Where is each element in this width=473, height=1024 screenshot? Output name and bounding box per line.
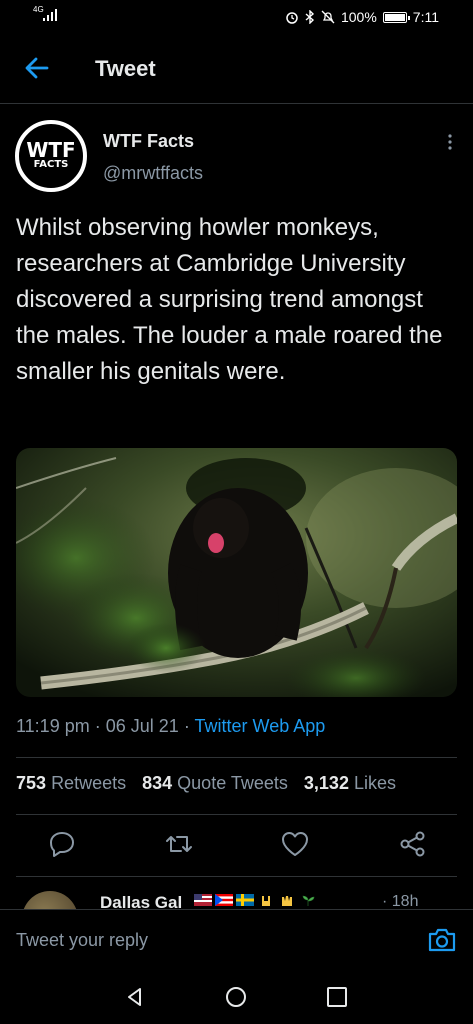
retweets-label: Retweets	[51, 773, 127, 793]
battery-percent: 100%	[340, 9, 377, 25]
reply-author-emojis	[194, 894, 317, 906]
status-bar: 4G 100% 7:11	[0, 0, 473, 34]
retweets-count: 753	[16, 773, 47, 793]
tweet-actions	[16, 828, 457, 864]
signal-icon	[43, 9, 57, 21]
heart-icon[interactable]	[279, 828, 311, 860]
quotes-label: Quote Tweets	[177, 773, 288, 793]
battery-icon	[382, 11, 410, 23]
tweet-author: WTF FACTS WTF Facts @mrwtffacts	[15, 118, 460, 198]
quotes-stat[interactable]: 834 Quote Tweets	[142, 773, 288, 794]
howler-monkey-photo	[16, 448, 457, 697]
retweet-icon[interactable]	[163, 828, 195, 860]
avatar-logo-text: WTF	[26, 138, 76, 162]
reply-preview[interactable]: Dallas Gal · 18h	[0, 885, 473, 909]
reply-bar	[0, 909, 473, 969]
top-nav: Tweet	[0, 34, 473, 104]
reply-icon[interactable]	[46, 828, 78, 860]
tweet-date: 06 Jul 21	[105, 716, 179, 736]
mute-icon	[321, 10, 335, 24]
avatar-logo-subtext: FACTS	[33, 159, 69, 170]
bluetooth-icon	[305, 10, 314, 24]
likes-label: Likes	[353, 773, 396, 793]
divider	[16, 814, 457, 815]
reply-author-name[interactable]: Dallas Gal	[100, 893, 182, 909]
share-icon[interactable]	[397, 828, 429, 860]
nav-back-icon[interactable]	[124, 986, 146, 1008]
tweet-timestamp: 11:19 pm · 06 Jul 21 · Twitter Web App	[16, 716, 325, 737]
reply-time: · 18h	[382, 893, 419, 909]
divider	[16, 757, 457, 758]
likes-stat[interactable]: 3,132 Likes	[304, 773, 396, 794]
tweet-source-link[interactable]: Twitter Web App	[195, 716, 326, 736]
vulcan-hand-icon	[282, 896, 292, 906]
seedling-icon	[302, 895, 315, 906]
arrow-left-icon[interactable]	[22, 53, 52, 83]
puerto-rico-flag-icon	[215, 894, 233, 906]
reply-avatar[interactable]	[22, 891, 78, 909]
clock: 7:11	[412, 9, 439, 25]
author-name[interactable]: WTF Facts	[103, 131, 194, 152]
camera-icon[interactable]	[427, 926, 457, 954]
reply-input[interactable]	[16, 930, 396, 951]
tweet-time: 11:19 pm	[16, 716, 90, 736]
alarm-icon	[286, 12, 298, 24]
separator: ·	[94, 716, 101, 736]
likes-count: 3,132	[303, 773, 349, 793]
system-nav-bar	[0, 970, 473, 1024]
avatar[interactable]: WTF FACTS	[15, 120, 87, 192]
quotes-count: 834	[142, 773, 173, 793]
rock-hand-icon	[262, 896, 270, 906]
page-title: Tweet	[95, 56, 156, 81]
nav-recents-icon[interactable]	[326, 986, 348, 1008]
nav-home-icon[interactable]	[225, 986, 247, 1008]
sweden-flag-icon	[236, 894, 254, 906]
author-handle[interactable]: @mrwtffacts	[103, 163, 203, 184]
more-vertical-icon[interactable]	[440, 132, 460, 152]
tweet-text: Whilst observing howler monkeys, researc…	[16, 214, 443, 385]
tweet-image[interactable]	[16, 448, 457, 697]
tweet-stats: 753 Retweets 834 Quote Tweets 3,132 Like…	[16, 773, 396, 794]
us-flag-icon	[194, 894, 212, 906]
separator: ·	[183, 716, 190, 736]
retweets-stat[interactable]: 753 Retweets	[16, 773, 126, 794]
divider	[16, 876, 457, 877]
